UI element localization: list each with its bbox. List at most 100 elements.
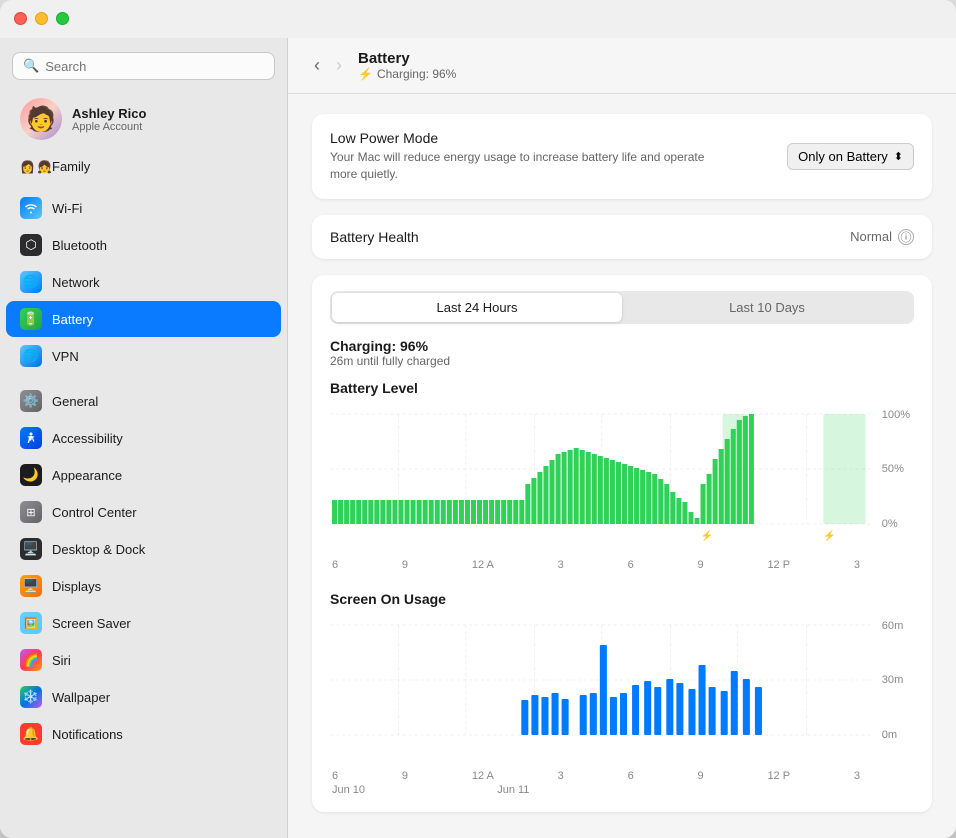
screen-x-labels: 6 9 12 A 3 6 9 12 P 3 (330, 770, 862, 782)
battery-health-value: Normal (850, 229, 892, 244)
main-panel: ‹ › Battery ⚡ Charging: 96% (288, 38, 956, 838)
avatar: 🧑 (20, 98, 62, 140)
sidebar-item-siri[interactable]: 🌈 Siri (6, 642, 281, 678)
sidebar-item-network[interactable]: 🌐 Network (6, 264, 281, 300)
close-button[interactable] (14, 12, 27, 25)
charging-indicator-icon: ⚡ (358, 67, 373, 81)
sidebar-item-label-bluetooth: Bluetooth (52, 238, 107, 253)
sidebar-item-bluetooth[interactable]: ⬡ Bluetooth (6, 227, 281, 263)
svg-text:30m: 30m (882, 674, 904, 686)
user-subtitle: Apple Account (72, 121, 146, 133)
traffic-lights (14, 12, 69, 25)
main-content: 🔍 🧑 Ashley Rico Apple Account 👩 👧 Family (0, 0, 956, 838)
sidebar-item-label-appearance: Appearance (52, 468, 122, 483)
main-window: 🔍 🧑 Ashley Rico Apple Account 👩 👧 Family (0, 0, 956, 838)
sidebar-item-desktop-dock[interactable]: 🖥️ Desktop & Dock (6, 531, 281, 567)
panel-body: Low Power Mode Your Mac will reduce ener… (288, 94, 956, 838)
svg-text:50%: 50% (882, 463, 904, 475)
user-profile[interactable]: 🧑 Ashley Rico Apple Account (6, 90, 281, 148)
network-icon: 🌐 (20, 271, 42, 293)
control-center-icon: ⊞ (20, 501, 42, 523)
low-power-mode-card: Low Power Mode Your Mac will reduce ener… (312, 114, 932, 199)
sidebar-item-notifications[interactable]: 🔔 Notifications (6, 716, 281, 752)
sidebar-item-label-notifications: Notifications (52, 727, 123, 742)
vpn-icon: 🌐 (20, 345, 42, 367)
sidebar-item-label-general: General (52, 394, 98, 409)
sidebar-item-general[interactable]: ⚙️ General (6, 383, 281, 419)
sidebar-item-label-siri: Siri (52, 653, 71, 668)
search-icon: 🔍 (23, 58, 39, 74)
svg-text:60m: 60m (882, 620, 904, 632)
screen-usage-chart: 60m 30m 0m 6 9 12 A 3 6 9 (330, 615, 914, 796)
maximize-button[interactable] (56, 12, 69, 25)
sidebar-item-appearance[interactable]: 🌙 Appearance (6, 457, 281, 493)
sidebar-item-label-desktop-dock: Desktop & Dock (52, 542, 145, 557)
svg-text:100%: 100% (882, 409, 910, 421)
sidebar-item-label-network: Network (52, 275, 100, 290)
sidebar-item-label-screen-saver: Screen Saver (52, 616, 131, 631)
date-labels: Jun 10 Jun 11 (330, 782, 862, 796)
minimize-button[interactable] (35, 12, 48, 25)
battery-icon: 🔋 (20, 308, 42, 330)
nav-back-button[interactable]: ‹ (308, 53, 326, 78)
siri-icon: 🌈 (20, 649, 42, 671)
panel-title-area: Battery ⚡ Charging: 96% (358, 50, 456, 81)
svg-text:⚡: ⚡ (823, 529, 836, 542)
sidebar-item-displays[interactable]: 🖥️ Displays (6, 568, 281, 604)
search-container: 🔍 (0, 46, 287, 90)
sidebar-item-battery[interactable]: 🔋 Battery (6, 301, 281, 337)
sidebar-item-wifi[interactable]: Wi-Fi (6, 190, 281, 226)
tab-24h[interactable]: Last 24 Hours (332, 293, 622, 322)
displays-icon: 🖥️ (20, 575, 42, 597)
sidebar: 🔍 🧑 Ashley Rico Apple Account 👩 👧 Family (0, 38, 288, 838)
sidebar-item-vpn[interactable]: 🌐 VPN (6, 338, 281, 374)
search-box: 🔍 (12, 52, 275, 80)
panel-title: Battery (358, 50, 456, 67)
charging-info: Charging: 96% 26m until fully charged (330, 338, 914, 368)
time-range-tabs: Last 24 Hours Last 10 Days (330, 291, 914, 324)
sidebar-item-control-center[interactable]: ⊞ Control Center (6, 494, 281, 530)
low-power-title: Low Power Mode (330, 130, 710, 146)
sidebar-item-label-control-center: Control Center (52, 505, 137, 520)
battery-x-labels: 6 9 12 A 3 6 9 12 P 3 (330, 559, 862, 571)
tab-10d[interactable]: Last 10 Days (622, 293, 912, 322)
sidebar-item-label-displays: Displays (52, 579, 101, 594)
low-power-description: Your Mac will reduce energy usage to inc… (330, 149, 710, 183)
battery-health-status: Normal ⓘ (850, 229, 914, 245)
battery-health-card: Battery Health Normal ⓘ (312, 215, 932, 259)
battery-level-chart-title: Battery Level (330, 380, 914, 396)
sidebar-item-screen-saver[interactable]: 🖼️ Screen Saver (6, 605, 281, 641)
date-label-jun10: Jun 10 (332, 784, 365, 796)
low-power-mode-content: Low Power Mode Your Mac will reduce ener… (312, 114, 932, 199)
sidebar-item-accessibility[interactable]: Accessibility (6, 420, 281, 456)
search-input[interactable] (45, 59, 264, 74)
screen-usage-title: Screen On Usage (330, 591, 914, 607)
sidebar-item-wallpaper[interactable]: ❄️ Wallpaper (6, 679, 281, 715)
sidebar-item-label-accessibility: Accessibility (52, 431, 123, 446)
low-power-value: Only on Battery (798, 149, 888, 164)
low-power-select[interactable]: Only on Battery ⬍ (787, 143, 914, 170)
screen-usage-section: Screen On Usage (330, 591, 914, 796)
sidebar-item-label-vpn: VPN (52, 349, 79, 364)
user-name: Ashley Rico (72, 106, 146, 121)
screen-usage-svg: 60m 30m 0m (330, 615, 914, 765)
battery-health-content: Battery Health Normal ⓘ (312, 215, 932, 259)
charging-eta-text: 26m until fully charged (330, 354, 914, 368)
battery-level-chart: ⚡ ⚡ 100% 50% 0% 6 9 12 A 3 (330, 404, 914, 571)
low-power-text: Low Power Mode Your Mac will reduce ener… (330, 130, 710, 183)
sidebar-item-label-wifi: Wi-Fi (52, 201, 82, 216)
nav-forward-button[interactable]: › (330, 53, 348, 78)
sidebar-item-label-family: Family (52, 159, 90, 174)
accessibility-icon (20, 427, 42, 449)
battery-health-info-button[interactable]: ⓘ (898, 229, 914, 245)
panel-subtitle: ⚡ Charging: 96% (358, 67, 456, 81)
battery-chart-card: Last 24 Hours Last 10 Days Charging: 96%… (312, 275, 932, 812)
svg-text:0m: 0m (882, 729, 897, 741)
date-label-jun11: Jun 11 (497, 784, 529, 796)
sidebar-item-family[interactable]: 👩 👧 Family (6, 152, 281, 181)
wifi-icon (20, 197, 42, 219)
nav-buttons: ‹ › (308, 53, 348, 78)
battery-health-title: Battery Health (330, 229, 419, 245)
user-info: Ashley Rico Apple Account (72, 106, 146, 133)
select-chevron-icon: ⬍ (894, 150, 903, 163)
